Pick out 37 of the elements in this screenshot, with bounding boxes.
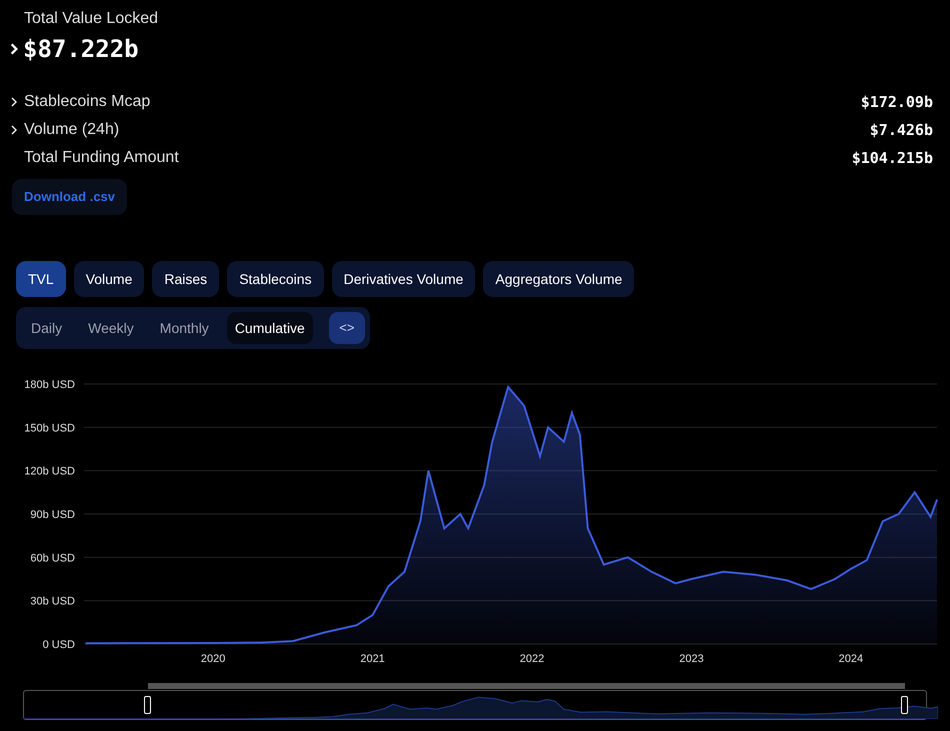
metric-value: $7.426b	[870, 120, 933, 141]
tvl-value: $87.222b	[23, 34, 139, 65]
y-axis-label: 90b USD	[30, 509, 75, 521]
period-option[interactable]: Daily	[23, 312, 70, 344]
y-axis-label: 150b USD	[24, 422, 75, 434]
chevron-right-icon[interactable]	[9, 42, 19, 56]
x-axis-label: 2024	[838, 653, 864, 665]
chart-tab[interactable]: Aggregators Volume	[483, 261, 634, 297]
chart-tab[interactable]: Derivatives Volume	[332, 261, 476, 297]
chart-tab[interactable]: Raises	[152, 261, 220, 297]
x-axis-label: 2020	[200, 653, 226, 665]
y-axis-label: 30b USD	[30, 596, 75, 608]
chart-tab[interactable]: TVL	[16, 261, 66, 297]
chevron-right-icon[interactable]	[10, 96, 18, 108]
y-axis-label: 120b USD	[24, 466, 75, 478]
chevron-right-icon[interactable]	[10, 124, 18, 136]
metric-label: Stablecoins Mcap	[24, 92, 150, 112]
x-axis-label: 2021	[360, 653, 385, 665]
metric-value: $172.09b	[860, 92, 933, 113]
x-axis-label: 2022	[520, 653, 544, 665]
metric-value: $104.215b	[852, 148, 933, 169]
embed-button[interactable]: <>	[328, 312, 365, 344]
chart-tab[interactable]: Stablecoins	[227, 261, 324, 297]
metric-label: Volume (24h)	[24, 120, 120, 140]
y-axis-label: 60b USD	[30, 552, 75, 564]
y-axis-label: 180b USD	[24, 379, 75, 391]
y-axis-label: 0 USD	[42, 639, 75, 651]
download-button[interactable]: Download .csv	[12, 179, 128, 215]
period-option[interactable]: Cumulative	[226, 312, 313, 344]
tvl-label: Total Value Locked	[24, 10, 158, 27]
range-handle[interactable]	[901, 696, 908, 714]
range-handle[interactable]	[144, 696, 152, 714]
chart-tab[interactable]: Volume	[74, 261, 144, 297]
metric-label: Total Funding Amount	[24, 148, 179, 168]
period-option[interactable]: Weekly	[80, 312, 142, 344]
period-option[interactable]: Monthly	[152, 312, 217, 344]
x-axis-label: 2023	[679, 653, 704, 665]
